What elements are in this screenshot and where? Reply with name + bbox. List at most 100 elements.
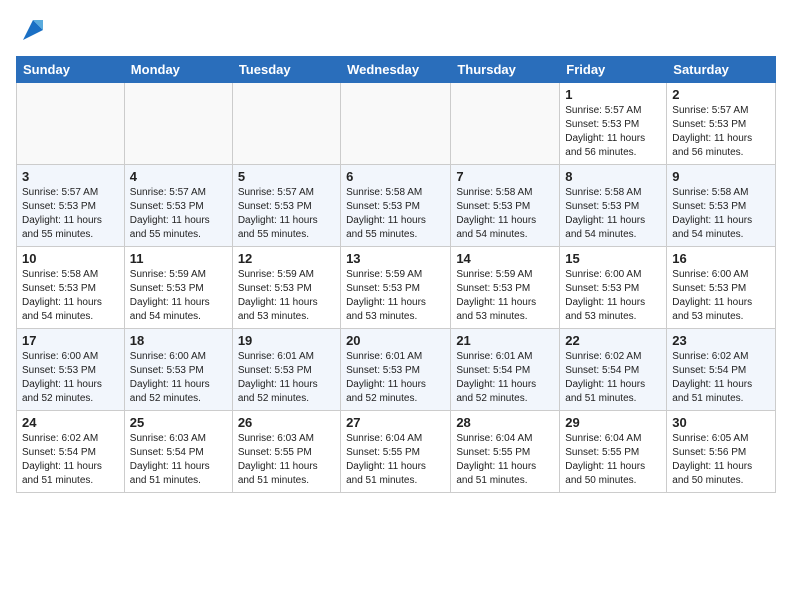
calendar-header-saturday: Saturday xyxy=(667,57,776,83)
day-number: 5 xyxy=(238,169,335,184)
day-number: 22 xyxy=(565,333,661,348)
calendar-cell: 26 Sunrise: 6:03 AM Sunset: 5:55 PM Dayli… xyxy=(232,411,340,493)
calendar-cell: 7 Sunrise: 5:58 AM Sunset: 5:53 PM Daylig… xyxy=(451,165,560,247)
day-info: Sunrise: 5:57 AM Sunset: 5:53 PM Dayligh… xyxy=(130,187,210,240)
day-number: 25 xyxy=(130,415,227,430)
day-number: 23 xyxy=(672,333,770,348)
calendar-cell: 6 Sunrise: 5:58 AM Sunset: 5:53 PM Daylig… xyxy=(341,165,451,247)
calendar-cell: 13 Sunrise: 5:59 AM Sunset: 5:53 PM Dayli… xyxy=(341,247,451,329)
day-info: Sunrise: 6:00 AM Sunset: 5:53 PM Dayligh… xyxy=(565,269,645,322)
day-info: Sunrise: 6:03 AM Sunset: 5:55 PM Dayligh… xyxy=(238,433,318,486)
calendar-week-1: 1 Sunrise: 5:57 AM Sunset: 5:53 PM Daylig… xyxy=(17,83,776,165)
calendar-week-2: 3 Sunrise: 5:57 AM Sunset: 5:53 PM Daylig… xyxy=(17,165,776,247)
day-number: 26 xyxy=(238,415,335,430)
calendar-cell: 5 Sunrise: 5:57 AM Sunset: 5:53 PM Daylig… xyxy=(232,165,340,247)
day-number: 24 xyxy=(22,415,119,430)
calendar-cell: 1 Sunrise: 5:57 AM Sunset: 5:53 PM Daylig… xyxy=(560,83,667,165)
calendar-cell: 15 Sunrise: 6:00 AM Sunset: 5:53 PM Dayli… xyxy=(560,247,667,329)
calendar-cell: 14 Sunrise: 5:59 AM Sunset: 5:53 PM Dayli… xyxy=(451,247,560,329)
day-info: Sunrise: 6:02 AM Sunset: 5:54 PM Dayligh… xyxy=(672,351,752,404)
day-number: 10 xyxy=(22,251,119,266)
header xyxy=(16,16,776,44)
calendar-header-friday: Friday xyxy=(560,57,667,83)
day-info: Sunrise: 6:01 AM Sunset: 5:53 PM Dayligh… xyxy=(346,351,426,404)
calendar-header-row: SundayMondayTuesdayWednesdayThursdayFrid… xyxy=(17,57,776,83)
day-number: 14 xyxy=(456,251,554,266)
day-info: Sunrise: 5:57 AM Sunset: 5:53 PM Dayligh… xyxy=(565,105,645,158)
calendar-cell: 27Sunrise: 6:04 AM Sunset: 5:55 PM Dayli… xyxy=(341,411,451,493)
day-info: Sunrise: 6:00 AM Sunset: 5:53 PM Dayligh… xyxy=(672,269,752,322)
day-number: 20 xyxy=(346,333,445,348)
calendar-cell: 12 Sunrise: 5:59 AM Sunset: 5:53 PM Dayli… xyxy=(232,247,340,329)
day-number: 13 xyxy=(346,251,445,266)
day-info: Sunrise: 6:02 AM Sunset: 5:54 PM Dayligh… xyxy=(565,351,645,404)
day-number: 8 xyxy=(565,169,661,184)
day-info: Sunrise: 5:58 AM Sunset: 5:53 PM Dayligh… xyxy=(565,187,645,240)
calendar-cell: 9 Sunrise: 5:58 AM Sunset: 5:53 PM Daylig… xyxy=(667,165,776,247)
day-number: 17 xyxy=(22,333,119,348)
day-info: Sunrise: 6:04 AM Sunset: 5:55 PM Dayligh… xyxy=(346,433,426,486)
calendar-cell: 16 Sunrise: 6:00 AM Sunset: 5:53 PM Dayli… xyxy=(667,247,776,329)
day-number: 16 xyxy=(672,251,770,266)
calendar-header-sunday: Sunday xyxy=(17,57,125,83)
day-number: 1 xyxy=(565,87,661,102)
calendar-header-thursday: Thursday xyxy=(451,57,560,83)
calendar-table: SundayMondayTuesdayWednesdayThursdayFrid… xyxy=(16,56,776,493)
calendar-cell: 11 Sunrise: 5:59 AM Sunset: 5:53 PM Dayli… xyxy=(124,247,232,329)
calendar-cell: 8 Sunrise: 5:58 AM Sunset: 5:53 PM Daylig… xyxy=(560,165,667,247)
day-number: 12 xyxy=(238,251,335,266)
day-number: 11 xyxy=(130,251,227,266)
calendar-cell: 18 Sunrise: 6:00 AM Sunset: 5:53 PM Dayli… xyxy=(124,329,232,411)
day-info: Sunrise: 6:00 AM Sunset: 5:53 PM Dayligh… xyxy=(130,351,210,404)
calendar-header-monday: Monday xyxy=(124,57,232,83)
day-info: Sunrise: 6:04 AM Sunset: 5:55 PM Dayligh… xyxy=(565,433,645,486)
day-number: 9 xyxy=(672,169,770,184)
page: SundayMondayTuesdayWednesdayThursdayFrid… xyxy=(0,0,792,509)
calendar-cell xyxy=(341,83,451,165)
day-number: 6 xyxy=(346,169,445,184)
day-info: Sunrise: 5:57 AM Sunset: 5:53 PM Dayligh… xyxy=(672,105,752,158)
day-info: Sunrise: 6:01 AM Sunset: 5:53 PM Dayligh… xyxy=(238,351,318,404)
calendar-cell: 30 Sunrise: 6:05 AM Sunset: 5:56 PM Dayli… xyxy=(667,411,776,493)
day-info: Sunrise: 5:59 AM Sunset: 5:53 PM Dayligh… xyxy=(238,269,318,322)
day-info: Sunrise: 5:58 AM Sunset: 5:53 PM Dayligh… xyxy=(672,187,752,240)
day-number: 3 xyxy=(22,169,119,184)
day-info: Sunrise: 5:58 AM Sunset: 5:53 PM Dayligh… xyxy=(456,187,536,240)
calendar-header-wednesday: Wednesday xyxy=(341,57,451,83)
day-number: 19 xyxy=(238,333,335,348)
day-info: Sunrise: 6:00 AM Sunset: 5:53 PM Dayligh… xyxy=(22,351,102,404)
logo-icon xyxy=(19,16,47,44)
day-number: 21 xyxy=(456,333,554,348)
day-info: Sunrise: 5:57 AM Sunset: 5:53 PM Dayligh… xyxy=(238,187,318,240)
day-info: Sunrise: 5:59 AM Sunset: 5:53 PM Dayligh… xyxy=(456,269,536,322)
calendar-week-3: 10Sunrise: 5:58 AM Sunset: 5:53 PM Dayli… xyxy=(17,247,776,329)
calendar-cell xyxy=(232,83,340,165)
calendar-cell: 3 Sunrise: 5:57 AM Sunset: 5:53 PM Daylig… xyxy=(17,165,125,247)
calendar-cell xyxy=(17,83,125,165)
day-info: Sunrise: 6:05 AM Sunset: 5:56 PM Dayligh… xyxy=(672,433,752,486)
day-number: 29 xyxy=(565,415,661,430)
calendar-header-tuesday: Tuesday xyxy=(232,57,340,83)
calendar-cell: 2 Sunrise: 5:57 AM Sunset: 5:53 PM Daylig… xyxy=(667,83,776,165)
calendar-cell xyxy=(451,83,560,165)
day-info: Sunrise: 6:04 AM Sunset: 5:55 PM Dayligh… xyxy=(456,433,536,486)
day-number: 18 xyxy=(130,333,227,348)
calendar-cell: 21Sunrise: 6:01 AM Sunset: 5:54 PM Dayli… xyxy=(451,329,560,411)
calendar-cell: 22 Sunrise: 6:02 AM Sunset: 5:54 PM Dayli… xyxy=(560,329,667,411)
calendar-cell: 28Sunrise: 6:04 AM Sunset: 5:55 PM Dayli… xyxy=(451,411,560,493)
day-number: 7 xyxy=(456,169,554,184)
day-info: Sunrise: 5:58 AM Sunset: 5:53 PM Dayligh… xyxy=(346,187,426,240)
logo xyxy=(16,16,47,44)
day-number: 2 xyxy=(672,87,770,102)
calendar-cell: 25Sunrise: 6:03 AM Sunset: 5:54 PM Dayli… xyxy=(124,411,232,493)
calendar-cell: 17 Sunrise: 6:00 AM Sunset: 5:53 PM Dayli… xyxy=(17,329,125,411)
day-info: Sunrise: 5:57 AM Sunset: 5:53 PM Dayligh… xyxy=(22,187,102,240)
day-info: Sunrise: 5:59 AM Sunset: 5:53 PM Dayligh… xyxy=(346,269,426,322)
day-number: 30 xyxy=(672,415,770,430)
day-number: 15 xyxy=(565,251,661,266)
day-info: Sunrise: 5:59 AM Sunset: 5:53 PM Dayligh… xyxy=(130,269,210,322)
calendar-cell: 24Sunrise: 6:02 AM Sunset: 5:54 PM Dayli… xyxy=(17,411,125,493)
calendar-cell: 19 Sunrise: 6:01 AM Sunset: 5:53 PM Dayli… xyxy=(232,329,340,411)
calendar-week-4: 17 Sunrise: 6:00 AM Sunset: 5:53 PM Dayli… xyxy=(17,329,776,411)
calendar-week-5: 24Sunrise: 6:02 AM Sunset: 5:54 PM Dayli… xyxy=(17,411,776,493)
